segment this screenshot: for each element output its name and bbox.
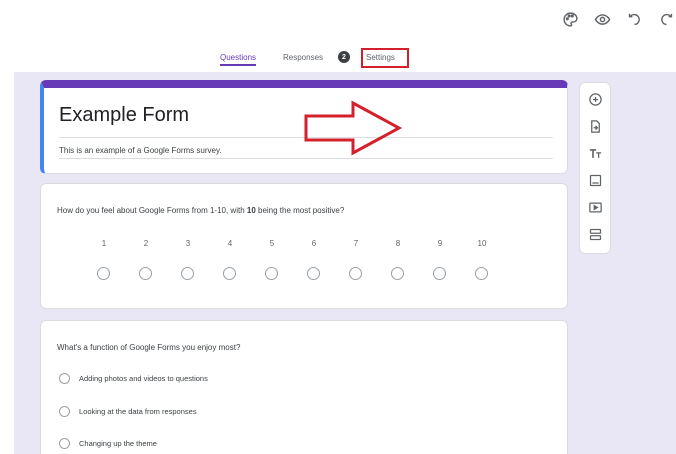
choice-label: Adding photos and videos to questions — [79, 373, 208, 383]
scale-label: 1 — [101, 239, 107, 248]
scale-radio[interactable] — [307, 267, 320, 280]
scale-label: 8 — [395, 239, 401, 248]
import-questions-icon[interactable] — [587, 118, 604, 135]
choice-option[interactable]: Looking at the data from responses — [59, 405, 197, 417]
form-description[interactable]: This is an example of a Google Forms sur… — [59, 146, 222, 155]
question-text-part: being the most positive? — [255, 206, 345, 215]
question-text: How do you feel about Google Forms from … — [57, 206, 344, 215]
add-question-icon[interactable] — [587, 91, 604, 108]
linear-scale: 1 2 3 4 5 6 7 8 9 10 — [97, 239, 507, 280]
choice-option[interactable]: Changing up the theme — [59, 437, 157, 449]
radio-button[interactable] — [59, 372, 70, 384]
question-text: What's a function of Google Forms you en… — [57, 343, 241, 352]
scale-radio[interactable] — [433, 267, 446, 280]
annotation-arrow-icon — [304, 100, 403, 156]
add-video-icon[interactable] — [587, 199, 604, 216]
scale-radio[interactable] — [391, 267, 404, 280]
undo-icon[interactable] — [624, 9, 644, 29]
choice-label: Looking at the data from responses — [79, 406, 197, 416]
tab-responses[interactable]: Responses — [283, 53, 323, 62]
scale-label: 3 — [185, 239, 191, 248]
scale-label: 10 — [477, 239, 487, 248]
redo-icon[interactable] — [656, 9, 676, 29]
question-card-scale[interactable]: How do you feel about Google Forms from … — [40, 183, 568, 309]
choice-option[interactable]: Adding photos and videos to questions — [59, 372, 208, 384]
tab-questions[interactable]: Questions — [220, 53, 257, 66]
scale-radio[interactable] — [475, 267, 488, 280]
choice-label: Changing up the theme — [79, 438, 157, 448]
settings-highlight-box — [361, 48, 409, 68]
add-image-icon[interactable] — [587, 172, 604, 189]
scale-label: 5 — [269, 239, 275, 248]
floating-toolbar — [579, 82, 611, 254]
scale-radio[interactable] — [97, 267, 110, 280]
radio-button[interactable] — [59, 405, 70, 417]
scale-label: 6 — [311, 239, 317, 248]
scale-radio[interactable] — [139, 267, 152, 280]
responses-count-badge: 2 — [338, 51, 350, 63]
question-text-part: How do you feel about Google Forms from … — [57, 206, 247, 215]
header: Questions Responses 2 Settings — [0, 0, 676, 70]
radio-button[interactable] — [59, 437, 70, 449]
scale-radio[interactable] — [223, 267, 236, 280]
add-title-icon[interactable] — [587, 145, 604, 162]
scale-label: 4 — [227, 239, 233, 248]
scale-label: 2 — [143, 239, 149, 248]
description-divider — [59, 158, 553, 159]
tab-bar: Questions Responses 2 Settings — [0, 50, 676, 70]
header-actions — [560, 9, 676, 29]
question-text-bold: 10 — [246, 206, 256, 215]
scale-radio[interactable] — [181, 267, 194, 280]
scale-radio[interactable] — [265, 267, 278, 280]
scale-radio[interactable] — [349, 267, 362, 280]
eye-icon[interactable] — [592, 9, 612, 29]
scale-label: 9 — [437, 239, 443, 248]
add-section-icon[interactable] — [587, 226, 604, 243]
scale-label: 7 — [353, 239, 359, 248]
palette-icon[interactable] — [560, 9, 580, 29]
form-title[interactable]: Example Form — [59, 104, 189, 127]
question-card-multiple-choice[interactable]: What's a function of Google Forms you en… — [40, 320, 568, 454]
